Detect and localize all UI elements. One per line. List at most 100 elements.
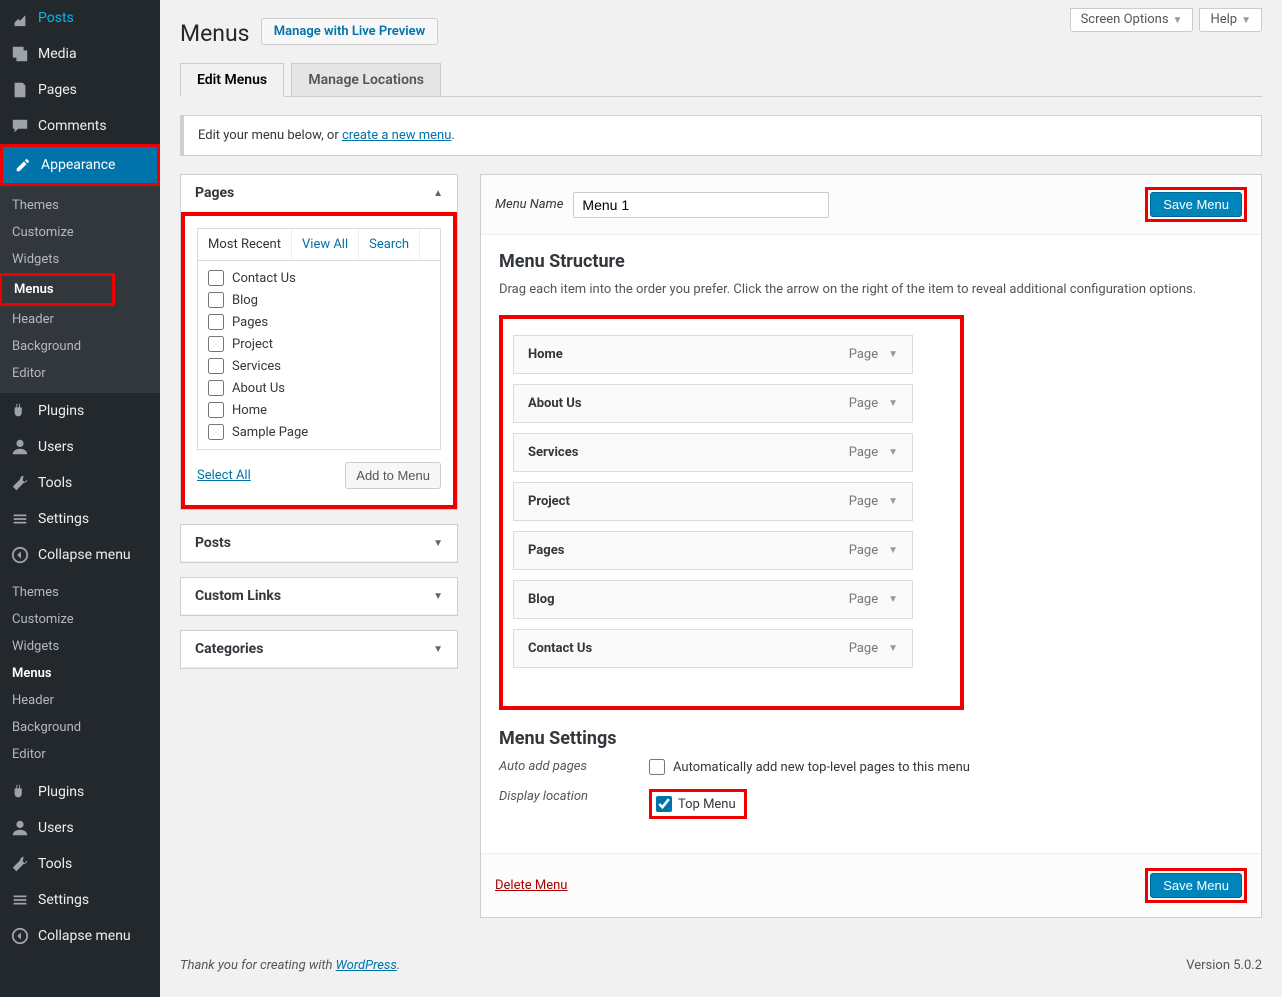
menu-header: Menu Name Save Menu <box>481 175 1261 235</box>
admin-sidebar: Posts Media Pages Comments Appearance Th… <box>0 0 160 997</box>
live-preview-button[interactable]: Manage with Live Preview <box>261 18 438 45</box>
menu-item[interactable]: Contact UsPage▼ <box>513 629 913 668</box>
sub-background[interactable]: Background <box>0 333 160 360</box>
sub2-editor[interactable]: Editor <box>0 741 160 768</box>
menu-item[interactable]: HomePage▼ <box>513 335 913 374</box>
sub-header[interactable]: Header <box>0 306 160 333</box>
auto-add-checkbox[interactable] <box>649 759 665 775</box>
sidebar-item-users[interactable]: Users <box>0 429 160 465</box>
page-check-row[interactable]: Sample Page <box>202 421 436 443</box>
tab-search[interactable]: Search <box>359 229 420 260</box>
sub-themes[interactable]: Themes <box>0 192 160 219</box>
create-menu-link[interactable]: create a new menu <box>342 128 451 143</box>
sub2-widgets[interactable]: Widgets <box>0 633 160 660</box>
highlight-menus: Menus <box>0 273 115 306</box>
sub-editor[interactable]: Editor <box>0 360 160 387</box>
menu-name-input[interactable] <box>573 192 829 218</box>
checkbox[interactable] <box>208 314 224 330</box>
type: Page <box>849 641 878 656</box>
tab-manage-locations[interactable]: Manage Locations <box>291 63 441 96</box>
sidebar-item-plugins[interactable]: Plugins <box>0 393 160 429</box>
checkbox[interactable] <box>208 336 224 352</box>
menu-item[interactable]: ProjectPage▼ <box>513 482 913 521</box>
top-menu-checkbox[interactable] <box>656 796 672 812</box>
page-check-list[interactable]: Contact Us Blog Pages Project Services A… <box>197 261 441 450</box>
sub2-themes[interactable]: Themes <box>0 579 160 606</box>
page-check-row[interactable]: Home <box>202 399 436 421</box>
chevron-down-icon[interactable]: ▼ <box>888 349 898 360</box>
comment-icon <box>10 116 30 136</box>
select-all-link[interactable]: Select All <box>197 468 251 483</box>
sidebar-item-media[interactable]: Media <box>0 36 160 72</box>
delete-menu-link[interactable]: Delete Menu <box>495 878 567 893</box>
sidebar-item-appearance[interactable]: Appearance <box>3 147 157 183</box>
sidebar2-tools[interactable]: Tools <box>0 846 160 882</box>
sub2-header[interactable]: Header <box>0 687 160 714</box>
sidebar-label: Comments <box>38 118 107 134</box>
postbox-head-pages[interactable]: Pages▲ <box>181 175 457 212</box>
menu-item[interactable]: About UsPage▼ <box>513 384 913 423</box>
sub2-customize[interactable]: Customize <box>0 606 160 633</box>
sidebar-item-settings[interactable]: Settings <box>0 501 160 537</box>
sidebar2-users[interactable]: Users <box>0 810 160 846</box>
checkbox[interactable] <box>208 424 224 440</box>
sidebar-collapse[interactable]: Collapse menu <box>0 537 160 573</box>
chevron-down-icon[interactable]: ▼ <box>888 545 898 556</box>
sub-customize[interactable]: Customize <box>0 219 160 246</box>
sidebar2-settings[interactable]: Settings <box>0 882 160 918</box>
save-menu-button[interactable]: Save Menu <box>1150 192 1242 217</box>
checkbox[interactable] <box>208 402 224 418</box>
page-check-row[interactable]: Services <box>202 355 436 377</box>
highlight-pages-panel: Most Recent View All Search Contact Us B… <box>181 212 457 509</box>
label: Services <box>528 445 578 460</box>
postbox-posts[interactable]: Posts▼ <box>180 524 458 563</box>
sidebar-item-pages[interactable]: Pages <box>0 72 160 108</box>
sidebar-item-posts[interactable]: Posts <box>0 0 160 36</box>
tab-most-recent[interactable]: Most Recent <box>198 229 292 260</box>
menu-item[interactable]: BlogPage▼ <box>513 580 913 619</box>
chevron-up-icon: ▲ <box>433 188 443 199</box>
screen-options-button[interactable]: Screen Options▼ <box>1070 8 1194 32</box>
sidebar-label: Tools <box>38 475 72 491</box>
postbox-categories[interactable]: Categories▼ <box>180 630 458 669</box>
page-check-row[interactable]: About Us <box>202 377 436 399</box>
sidebar2-plugins[interactable]: Plugins <box>0 774 160 810</box>
inner-tabs: Most Recent View All Search <box>197 228 441 261</box>
chevron-down-icon[interactable]: ▼ <box>888 496 898 507</box>
sub-widgets[interactable]: Widgets <box>0 246 160 273</box>
chevron-down-icon[interactable]: ▼ <box>888 594 898 605</box>
chevron-down-icon[interactable]: ▼ <box>888 398 898 409</box>
save-menu-button-bottom[interactable]: Save Menu <box>1150 873 1242 898</box>
page-check-row[interactable]: Blog <box>202 289 436 311</box>
add-to-menu-button[interactable]: Add to Menu <box>345 462 441 489</box>
chevron-down-icon[interactable]: ▼ <box>888 447 898 458</box>
label: Help <box>1210 12 1237 27</box>
menu-body: Menu Structure Drag each item into the o… <box>481 235 1261 853</box>
checkbox[interactable] <box>208 358 224 374</box>
page-check-row[interactable]: Contact Us <box>202 267 436 289</box>
sub2-background[interactable]: Background <box>0 714 160 741</box>
menu-name-label: Menu Name <box>495 197 563 212</box>
sidebar-item-comments[interactable]: Comments <box>0 108 160 144</box>
menu-item[interactable]: ServicesPage▼ <box>513 433 913 472</box>
wordpress-link[interactable]: WordPress <box>336 958 397 973</box>
chevron-down-icon[interactable]: ▼ <box>888 643 898 654</box>
sub-menus[interactable]: Menus <box>2 276 112 303</box>
checkbox[interactable] <box>208 380 224 396</box>
page-check-row[interactable]: Pages <box>202 311 436 333</box>
postbox-custom-links[interactable]: Custom Links▼ <box>180 577 458 616</box>
tab-view-all[interactable]: View All <box>292 229 359 260</box>
page-check-row[interactable]: Project <box>202 333 436 355</box>
page-icon <box>10 80 30 100</box>
menu-item[interactable]: PagesPage▼ <box>513 531 913 570</box>
sub2-menus[interactable]: Menus <box>0 660 160 687</box>
accordion-left: Pages▲ Most Recent View All Search Conta… <box>180 174 458 918</box>
help-button[interactable]: Help▼ <box>1199 8 1262 32</box>
sidebar2-collapse[interactable]: Collapse menu <box>0 918 160 954</box>
sidebar-item-tools[interactable]: Tools <box>0 465 160 501</box>
checkbox[interactable] <box>208 292 224 308</box>
highlight-save-top: Save Menu <box>1145 187 1247 222</box>
label: Blog <box>232 293 258 308</box>
checkbox[interactable] <box>208 270 224 286</box>
tab-edit-menus[interactable]: Edit Menus <box>180 63 284 97</box>
